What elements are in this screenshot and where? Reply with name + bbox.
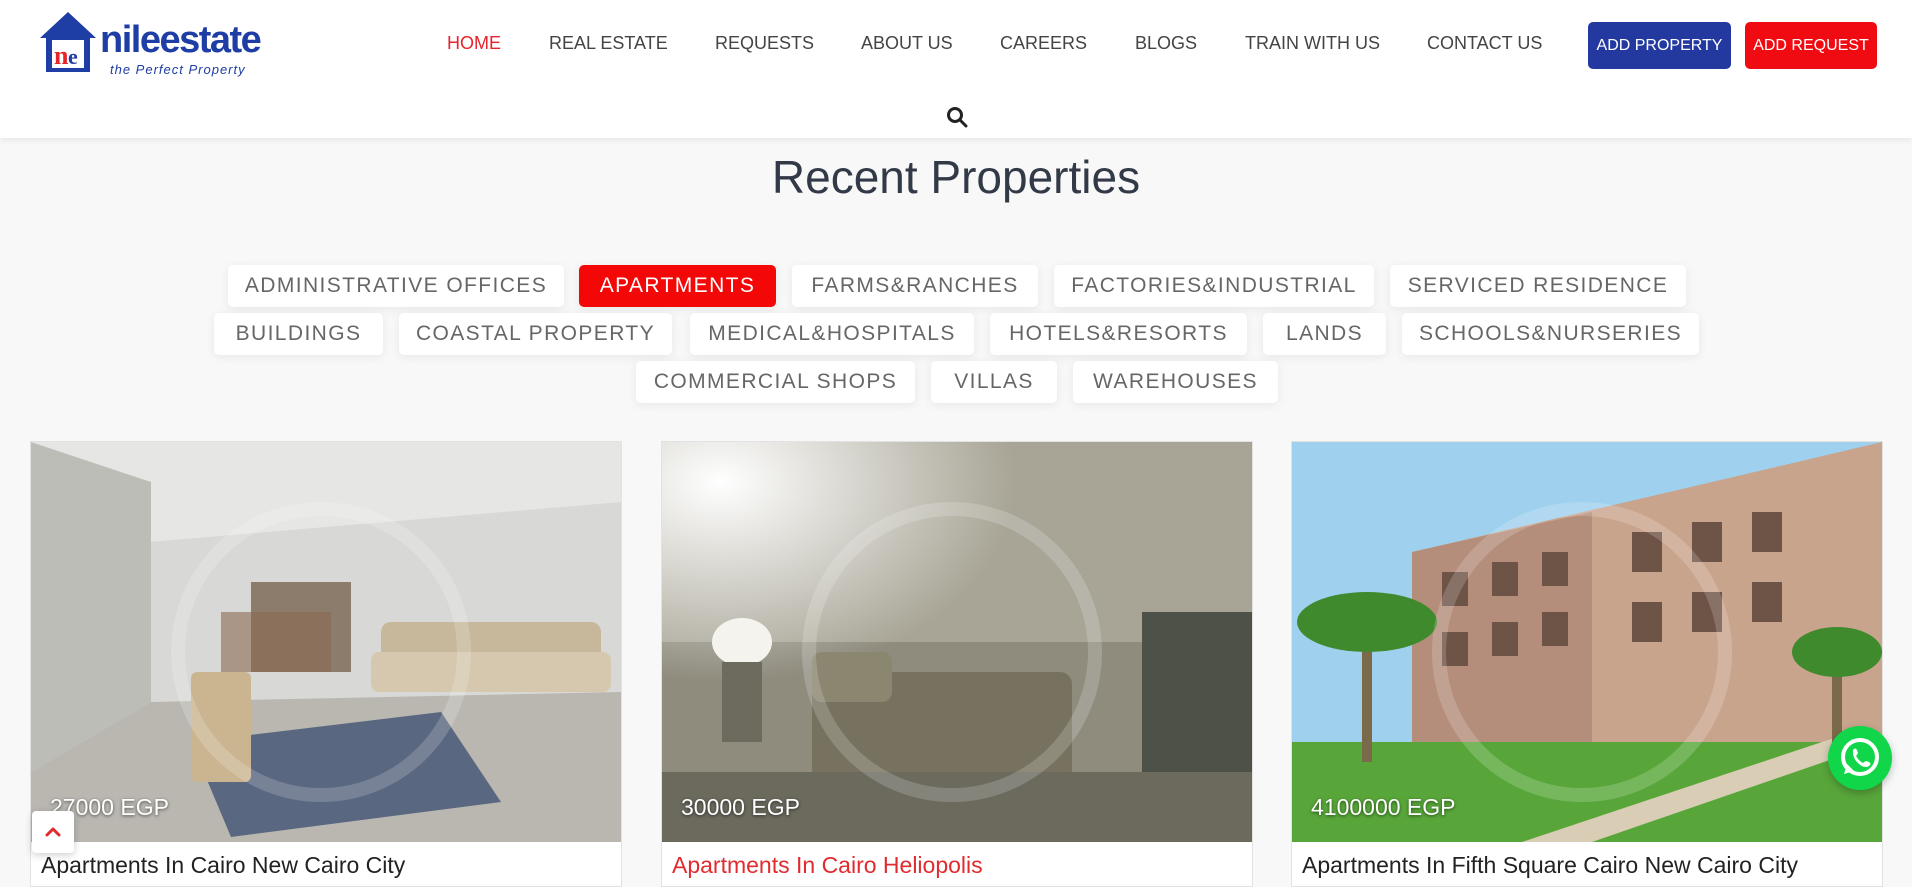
property-title[interactable]: Apartments In Cairo New Cairo City (41, 852, 405, 879)
filter-serviced-residence[interactable]: SERVICED RESIDENCE (1390, 265, 1686, 307)
site-header: n e nileestate the Perfect Property HOME… (0, 0, 1912, 138)
nav-real-estate[interactable]: REAL ESTATE (549, 30, 668, 56)
filter-schools-nurseries[interactable]: SCHOOLS&NURSERIES (1402, 313, 1699, 355)
filter-warehouses[interactable]: WAREHOUSES (1073, 361, 1278, 403)
property-title[interactable]: Apartments In Fifth Square Cairo New Cai… (1302, 852, 1798, 879)
watermark (171, 502, 471, 802)
section-title: Recent Properties (771, 151, 1141, 203)
filter-commercial-shops[interactable]: COMMERCIAL SHOPS (636, 361, 915, 403)
add-property-button[interactable]: ADD PROPERTY (1588, 22, 1731, 69)
nav-home[interactable]: HOME (447, 30, 501, 56)
filter-lands[interactable]: LANDS (1263, 313, 1386, 355)
property-price: 30000 EGP (681, 794, 800, 820)
nav-requests[interactable]: REQUESTS (715, 30, 814, 56)
property-title[interactable]: Apartments In Cairo Heliopolis (672, 852, 983, 879)
filter-farms-ranches[interactable]: FARMS&RANCHES (792, 265, 1038, 307)
filter-factories-industrial[interactable]: FACTORIES&INDUSTRIAL (1054, 265, 1374, 307)
scroll-to-top-button[interactable] (32, 811, 74, 853)
watermark (1432, 502, 1732, 802)
svg-text:e: e (68, 44, 78, 69)
logo[interactable]: n e nileestate the Perfect Property (38, 10, 278, 80)
filter-apartments[interactable]: APARTMENTS (579, 265, 776, 307)
search-icon[interactable] (946, 106, 968, 128)
property-card[interactable]: 30000 EGP Apartments In Cairo Heliopolis (661, 441, 1253, 887)
add-request-button[interactable]: ADD REQUEST (1745, 22, 1877, 69)
property-card[interactable]: 4100000 EGP Apartments In Fifth Square C… (1291, 441, 1883, 887)
whatsapp-button[interactable] (1828, 726, 1892, 790)
brand-name: nileestate (100, 19, 262, 61)
nav-about-us[interactable]: ABOUT US (861, 30, 953, 56)
nav-careers[interactable]: CAREERS (1000, 30, 1087, 56)
filter-hotels-resorts[interactable]: HOTELS&RESORTS (990, 313, 1247, 355)
nav-contact-us[interactable]: CONTACT US (1427, 30, 1542, 56)
nav-train-with-us[interactable]: TRAIN WITH US (1245, 30, 1380, 56)
brand-tagline: the Perfect Property (110, 62, 246, 77)
filter-villas[interactable]: VILLAS (931, 361, 1057, 403)
filter-buildings[interactable]: BUILDINGS (214, 313, 383, 355)
watermark (802, 502, 1102, 802)
svg-text:n: n (54, 41, 69, 70)
filter-medical-hospitals[interactable]: MEDICAL&HOSPITALS (690, 313, 974, 355)
house-logo-icon: n e (40, 12, 96, 72)
nav-blogs[interactable]: BLOGS (1135, 30, 1197, 56)
chevron-up-icon (45, 827, 61, 837)
property-card[interactable]: 27000 EGP Apartments In Cairo New Cairo … (30, 441, 622, 887)
filter-administrative-offices[interactable]: ADMINISTRATIVE OFFICES (228, 265, 564, 307)
property-image (662, 442, 1252, 842)
property-image (1292, 442, 1882, 842)
property-image (31, 442, 621, 842)
filter-coastal-property[interactable]: COASTAL PROPERTY (399, 313, 672, 355)
property-price: 4100000 EGP (1311, 794, 1456, 820)
whatsapp-icon (1841, 738, 1879, 776)
